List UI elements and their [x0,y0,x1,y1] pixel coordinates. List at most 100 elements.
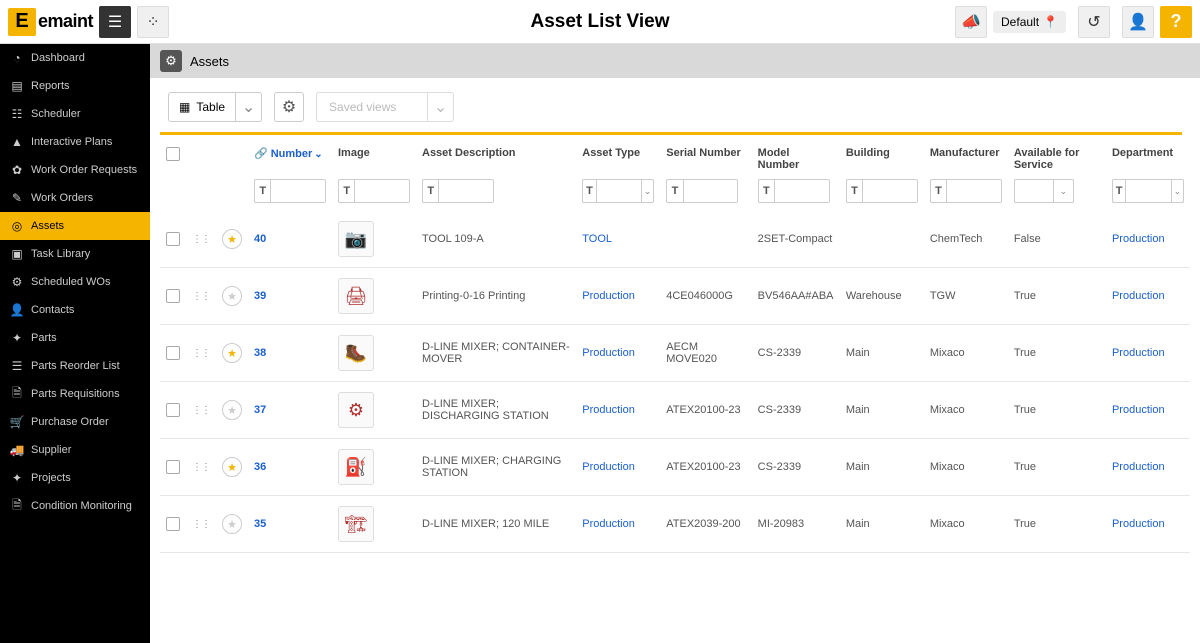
select-all-checkbox[interactable] [166,147,180,161]
favorite-toggle[interactable]: ★ [222,229,242,249]
row-checkbox[interactable] [166,346,180,360]
sidebar-item-parts[interactable]: ✦Parts [0,324,150,352]
filter-asset-type-input[interactable] [597,180,641,202]
asset-number-link[interactable]: 40 [254,233,266,245]
asset-thumbnail[interactable]: ⚙ [338,392,374,428]
cell-department[interactable]: Production [1112,233,1165,245]
filter-manufacturer[interactable]: T [930,179,1002,203]
col-asset-description[interactable]: Asset Description [416,141,576,175]
help-button[interactable]: ? [1160,6,1192,38]
col-available-for-service[interactable]: Available for Service [1008,141,1106,175]
asset-thumbnail[interactable]: 📷 [338,221,374,257]
cell-department[interactable]: Production [1112,461,1165,473]
cell-asset-type[interactable]: Production [582,518,635,530]
asset-thumbnail[interactable]: 🥾 [338,335,374,371]
filter-description[interactable]: T [422,179,494,203]
asset-thumbnail[interactable]: ⛽ [338,449,374,485]
panel-settings-button[interactable]: ⚙ [160,50,182,72]
drag-handle-icon[interactable]: ⋮⋮ [192,462,210,473]
sidebar-item-assets[interactable]: ◎Assets [0,212,150,240]
cell-department[interactable]: Production [1112,518,1165,530]
filter-model-input[interactable] [775,180,829,202]
asset-number-link[interactable]: 37 [254,404,266,416]
location-selector[interactable]: Default 📍 [993,11,1066,33]
col-department[interactable]: Department [1106,141,1190,175]
asset-thumbnail[interactable]: 🖨 [338,278,374,314]
cell-asset-type[interactable]: Production [582,290,635,302]
sidebar-item-work-orders[interactable]: ✎Work Orders [0,184,150,212]
filter-building[interactable]: T [846,179,918,203]
col-building[interactable]: Building [840,141,924,175]
filter-number-input[interactable] [271,180,325,202]
menu-toggle-button[interactable]: ☰ [99,6,131,38]
history-button[interactable]: ↺ [1078,6,1110,38]
sidebar-item-contacts[interactable]: 👤Contacts [0,296,150,324]
asset-number-link[interactable]: 35 [254,518,266,530]
saved-views-select[interactable]: Saved views ⌄ [316,92,454,122]
drag-handle-icon[interactable]: ⋮⋮ [192,291,210,302]
filter-serial[interactable]: T [666,179,738,203]
sidebar-item-condition-monitoring[interactable]: 🗎Condition Monitoring [0,492,150,520]
cell-asset-type[interactable]: Production [582,461,635,473]
cell-department[interactable]: Production [1112,404,1165,416]
cell-asset-type[interactable]: TOOL [582,233,612,245]
filter-asset-type[interactable]: T⌄ [582,179,654,203]
sidebar-item-work-order-requests[interactable]: ✿Work Order Requests [0,156,150,184]
cell-department[interactable]: Production [1112,290,1165,302]
sidebar-item-projects[interactable]: ✦Projects [0,464,150,492]
list-settings-button[interactable]: ⚙ [274,92,304,122]
sidebar-item-task-library[interactable]: ▣Task Library [0,240,150,268]
favorite-toggle[interactable]: ★ [222,514,242,534]
sidebar-item-interactive-plans[interactable]: ▲Interactive Plans [0,128,150,156]
col-model-number[interactable]: Model Number [752,141,840,175]
sidebar-item-parts-requisitions[interactable]: 🗎Parts Requisitions [0,380,150,408]
sidebar-item-dashboard[interactable]: ◔Dashboard [0,44,150,72]
cell-asset-type[interactable]: Production [582,347,635,359]
filter-image-input[interactable] [355,180,409,202]
drag-handle-icon[interactable]: ⋮⋮ [192,348,210,359]
col-asset-type[interactable]: Asset Type [576,141,660,175]
asset-thumbnail[interactable]: 🏗 [338,506,374,542]
sidebar-item-scheduled-wos[interactable]: ⚙Scheduled WOs [0,268,150,296]
asset-number-link[interactable]: 39 [254,290,266,302]
drag-handle-icon[interactable]: ⋮⋮ [192,234,210,245]
filter-department-input[interactable] [1126,180,1170,202]
sidebar-item-reports[interactable]: ▤Reports [0,72,150,100]
filter-model[interactable]: T [758,179,830,203]
row-checkbox[interactable] [166,232,180,246]
favorite-toggle[interactable]: ★ [222,457,242,477]
col-image[interactable]: Image [332,141,416,175]
filter-serial-input[interactable] [684,180,738,202]
sidebar-item-supplier[interactable]: 🚚Supplier [0,436,150,464]
sidebar-item-scheduler[interactable]: ☷Scheduler [0,100,150,128]
asset-number-link[interactable]: 36 [254,461,266,473]
sidebar-item-purchase-order[interactable]: 🛒Purchase Order [0,408,150,436]
asset-number-link[interactable]: 38 [254,347,266,359]
drag-handle-icon[interactable]: ⋮⋮ [192,405,210,416]
cell-department[interactable]: Production [1112,347,1165,359]
filter-building-input[interactable] [863,180,917,202]
favorite-toggle[interactable]: ★ [222,286,242,306]
row-checkbox[interactable] [166,403,180,417]
filter-manufacturer-input[interactable] [947,180,1001,202]
filter-available[interactable]: ⌄ [1014,179,1074,203]
filter-number[interactable]: T [254,179,326,203]
favorite-toggle[interactable]: ★ [222,400,242,420]
row-checkbox[interactable] [166,517,180,531]
cell-asset-type[interactable]: Production [582,404,635,416]
col-manufacturer[interactable]: Manufacturer [924,141,1008,175]
row-checkbox[interactable] [166,289,180,303]
col-number[interactable]: 🔗Number⌄ [248,141,332,175]
filter-department[interactable]: T⌄ [1112,179,1184,203]
sidebar-item-parts-reorder-list[interactable]: ☰Parts Reorder List [0,352,150,380]
col-serial-number[interactable]: Serial Number [660,141,751,175]
announce-button[interactable]: 📣 [955,6,987,38]
drag-handle-icon[interactable]: ⋮⋮ [192,519,210,530]
apps-button[interactable]: ⁘ [137,6,169,38]
user-button[interactable]: 👤 [1122,6,1154,38]
view-mode-select[interactable]: ▦ Table ⌄ [168,92,262,122]
filter-image[interactable]: T [338,179,410,203]
filter-description-input[interactable] [439,180,493,202]
row-checkbox[interactable] [166,460,180,474]
favorite-toggle[interactable]: ★ [222,343,242,363]
